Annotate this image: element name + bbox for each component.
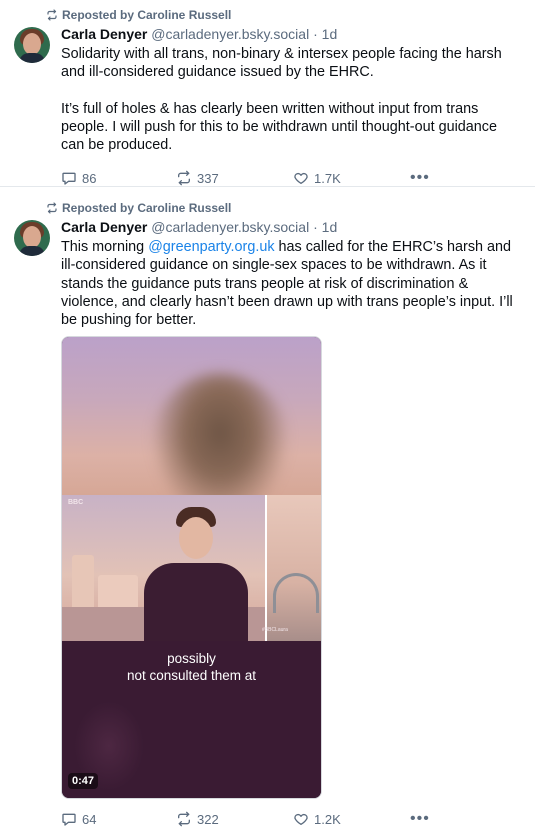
- more-options-button[interactable]: •••: [410, 169, 430, 187]
- text-segment: This morning: [61, 239, 149, 255]
- reply-button[interactable]: 64: [61, 811, 176, 827]
- separator-dot: ·: [313, 26, 318, 42]
- avatar[interactable]: [14, 220, 50, 256]
- author-name[interactable]: Carla Denyer: [61, 219, 147, 235]
- feed-post[interactable]: Reposted by Caroline Russell Carla Denye…: [0, 0, 535, 187]
- heart-icon: [294, 814, 308, 826]
- post-actions: 64 322 1.2K •••: [61, 809, 519, 829]
- author-handle[interactable]: @carladenyer.bsky.social: [151, 26, 309, 42]
- video-caption: possibly not consulted them at: [62, 650, 321, 684]
- author-line: Carla Denyer @carladenyer.bsky.social · …: [61, 25, 519, 44]
- reply-button[interactable]: 86: [61, 170, 176, 186]
- author-handle[interactable]: @carladenyer.bsky.social: [151, 219, 309, 235]
- mention-link[interactable]: @greenparty.org.uk: [148, 239, 274, 255]
- caption-line: possibly: [167, 651, 216, 667]
- post-paragraph: Solidarity with all trans, non-binary & …: [61, 46, 502, 81]
- author-name[interactable]: Carla Denyer: [61, 26, 147, 42]
- like-count: 1.7K: [314, 170, 341, 186]
- heart-icon: [294, 173, 308, 185]
- reply-icon: [62, 814, 76, 827]
- repost-icon: [178, 171, 190, 186]
- post-actions: 86 337 1.7K •••: [61, 168, 519, 188]
- repost-count: 322: [197, 811, 219, 827]
- caption-line: not consulted them at: [126, 668, 257, 684]
- post-paragraph: It’s full of holes & has clearly been wr…: [61, 100, 497, 154]
- video-duration: 0:47: [68, 773, 99, 790]
- like-button[interactable]: 1.7K: [293, 170, 410, 186]
- repost-button[interactable]: 337: [176, 170, 293, 186]
- repost-icon: [47, 202, 57, 214]
- reply-icon: [62, 173, 76, 186]
- feed-post[interactable]: Reposted by Caroline Russell Carla Denye…: [0, 187, 535, 829]
- post-paragraph: This morning @greenparty.org.uk has call…: [61, 238, 519, 329]
- separator-dot: ·: [313, 219, 318, 235]
- repost-indicator: Reposted by Caroline Russell: [46, 200, 519, 216]
- studio-side-panel: [265, 495, 321, 642]
- repost-icon: [178, 812, 190, 827]
- avatar[interactable]: [14, 27, 50, 63]
- repost-icon: [47, 9, 57, 21]
- more-options-button[interactable]: •••: [410, 810, 430, 828]
- like-count: 1.2K: [314, 811, 341, 827]
- repost-button[interactable]: 322: [176, 811, 293, 827]
- reposted-by-label: Reposted by Caroline Russell: [62, 8, 232, 22]
- broadcaster-logo: BBC: [68, 499, 84, 507]
- reply-count: 64: [82, 811, 97, 827]
- post-time[interactable]: 1d: [322, 26, 338, 42]
- repost-count: 337: [197, 170, 219, 186]
- more-icon: •••: [410, 169, 430, 187]
- post-text: Solidarity with all trans, non-binary & …: [61, 45, 519, 154]
- post-time[interactable]: 1d: [322, 219, 338, 235]
- more-icon: •••: [410, 810, 430, 828]
- like-button[interactable]: 1.2K: [293, 811, 410, 827]
- repost-indicator: Reposted by Caroline Russell: [46, 7, 519, 23]
- author-line: Carla Denyer @carladenyer.bsky.social · …: [61, 218, 519, 237]
- reposted-by-label: Reposted by Caroline Russell: [62, 201, 232, 215]
- programme-hashtag: #BBCLaura: [262, 627, 288, 634]
- speaker-figure: [140, 507, 250, 648]
- post-text: This morning @greenparty.org.uk has call…: [61, 238, 519, 329]
- reply-count: 86: [82, 170, 97, 186]
- video-player[interactable]: BBC #BBCLaura possibly not consulted the…: [61, 336, 322, 800]
